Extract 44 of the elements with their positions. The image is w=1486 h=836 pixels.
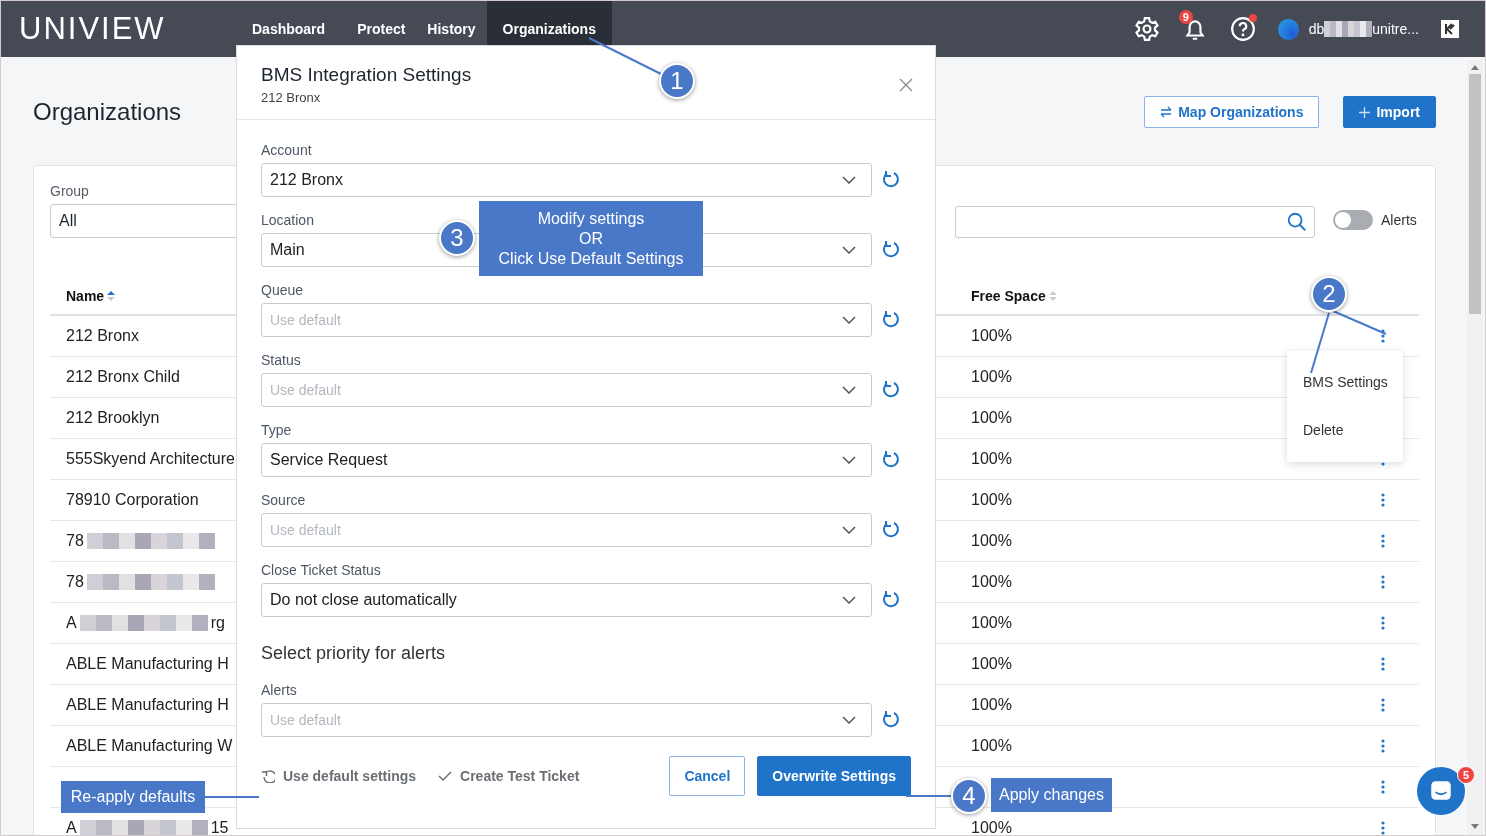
section-heading: Select priority for alerts: [261, 643, 447, 664]
callout-note: Apply changes: [991, 778, 1112, 812]
table-cell: 555Skyend Architecture: [66, 450, 235, 468]
table-cell: 212 Brooklyn: [66, 409, 160, 427]
table-cell: rg: [210, 614, 225, 632]
table-cell: 78: [66, 532, 84, 550]
field-label: Account: [261, 142, 312, 158]
table-cell: 100%: [971, 573, 1012, 591]
field-label: Source: [261, 492, 306, 508]
table-cell: 212 Bronx Child: [66, 368, 180, 386]
table-cell: 100%: [971, 737, 1012, 755]
table-cell: 100%: [971, 450, 1012, 468]
table-cell: 15: [210, 819, 229, 835]
callout-note: Modify settings OR Click Use Default Settings: [479, 201, 703, 276]
table-cell: 100%: [971, 532, 1012, 550]
table-cell: 100%: [971, 655, 1012, 673]
field-label: Alerts: [261, 682, 297, 698]
table-cell: ABLE Manufacturing W: [66, 737, 233, 755]
dialog-title: BMS Integration Settings: [261, 64, 472, 86]
table-cell: 100%: [971, 368, 1012, 386]
dialog-subtitle: 212 Bronx: [261, 90, 322, 105]
logo: UNIVIEW: [19, 11, 167, 47]
toggle-label: Alerts: [1381, 212, 1418, 228]
field-label: Queue: [261, 282, 304, 298]
table-cell: 212 Bronx: [66, 327, 139, 345]
table-cell: 78910 Corporation: [66, 491, 199, 509]
page-title: Organizations: [33, 98, 182, 126]
table-cell: A: [66, 819, 77, 835]
table-cell: ABLE Manufacturing H: [66, 696, 229, 714]
table-cell: 100%: [971, 327, 1012, 345]
field-label: Status: [261, 352, 301, 368]
table-cell: 100%: [971, 491, 1012, 509]
field-label: Close Ticket Status: [261, 562, 381, 578]
field-label: Group: [50, 183, 90, 199]
callout-note: Re-apply defaults: [61, 781, 205, 813]
table-cell: 100%: [971, 614, 1012, 632]
field-label: Type: [261, 422, 292, 438]
table-cell: 100%: [971, 696, 1012, 714]
table-cell: 78: [66, 573, 84, 591]
table-cell: 100%: [971, 409, 1012, 427]
notification-badge: 9: [1178, 10, 1193, 24]
table-cell: ABLE Manufacturing H: [66, 655, 229, 673]
table-cell: 100%: [971, 819, 1012, 835]
table-cell: A: [66, 614, 77, 632]
